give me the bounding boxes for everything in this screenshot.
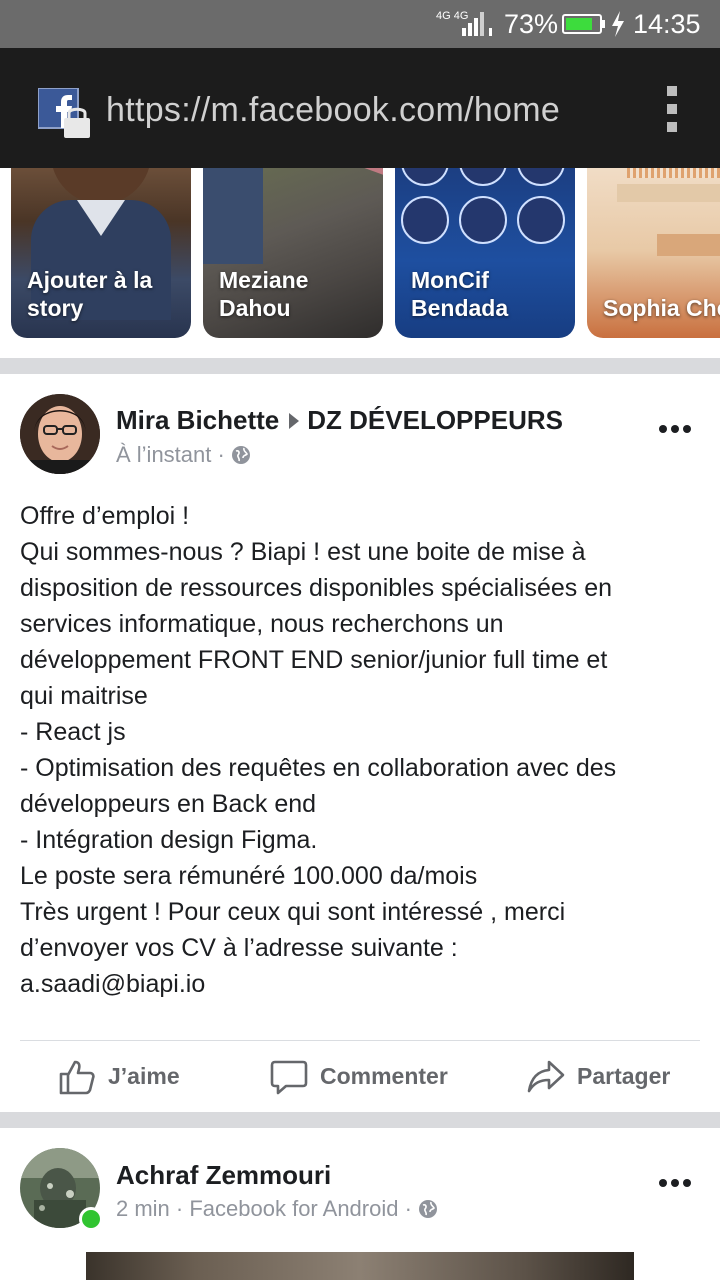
avatar-photo: [20, 394, 100, 474]
post-author-name[interactable]: Mira Bichette: [116, 405, 279, 435]
post-text-line: - Intégration design Figma.: [20, 826, 318, 854]
story-card-add[interactable]: Ajouter à la story: [11, 168, 191, 338]
comment-button[interactable]: Commenter: [270, 1056, 470, 1096]
charging-icon: [612, 11, 624, 37]
story-circle: [517, 168, 565, 186]
post-author-line: Achraf Zemmouri: [116, 1160, 331, 1191]
post-timestamp[interactable]: 2 min · Facebook for Android ·: [116, 1196, 412, 1221]
story-card[interactable]: MonCif Bendada: [395, 168, 575, 338]
post-body: Offre d’emploi ! Qui sommes-nous ? Biapi…: [20, 498, 710, 1002]
post-group-name[interactable]: DZ DÉVELOPPEURS: [307, 405, 563, 435]
stories-tray: Ajouter à la story Meziane Dahou MonCif …: [0, 168, 720, 358]
comment-label: Commenter: [320, 1063, 448, 1089]
story-card[interactable]: Meziane Dahou: [203, 168, 383, 338]
post-text-line: services informatique, nous recherchons …: [20, 610, 504, 638]
battery-percent: 73%: [504, 9, 559, 39]
more-horizontal-icon[interactable]: [658, 424, 692, 434]
post-text-line: d’envoyer vos CV à l’adresse suivante :: [20, 934, 458, 962]
browser-url-bar: https://m.facebook.com/home: [0, 48, 720, 168]
pattern-shape: [627, 168, 720, 178]
url-text[interactable]: https://m.facebook.com/home: [106, 90, 560, 130]
post-email-link[interactable]: a.saadi@biapi.io: [20, 966, 710, 1002]
share-icon: [527, 1060, 565, 1093]
track-shape: [294, 168, 383, 177]
caret-right-icon: [289, 413, 300, 430]
share-button[interactable]: Partager: [527, 1056, 697, 1096]
story-circle: [401, 168, 449, 186]
banner-shape: [617, 184, 720, 202]
story-card[interactable]: Sophia Chen: [587, 168, 720, 338]
post-text-line: - Optimisation des requêtes en collabora…: [20, 754, 617, 782]
author-avatar[interactable]: [20, 394, 100, 474]
facebook-lock-icon[interactable]: [38, 88, 94, 140]
post-text-line: Offre d’emploi !: [20, 502, 190, 530]
story-label: Sophia Chen: [603, 295, 720, 321]
post-author-name[interactable]: Achraf Zemmouri: [116, 1160, 331, 1190]
thumbs-up-icon: [59, 1060, 95, 1095]
post-text-line: disposition de ressources disponibles sp…: [20, 574, 613, 602]
more-vertical-icon[interactable]: [664, 86, 680, 132]
story-label: Meziane Dahou: [219, 267, 309, 321]
post-text-line: développement FRONT END senior/junior fu…: [20, 646, 608, 674]
post-text-line: Qui sommes-nous ? Biapi ! est une boite …: [20, 538, 586, 566]
like-button[interactable]: J’aime: [58, 1056, 218, 1096]
section-divider: [0, 1112, 720, 1128]
story-circle: [459, 196, 507, 244]
like-label: J’aime: [108, 1063, 180, 1089]
clock: 14:35: [633, 9, 701, 39]
post-timestamp[interactable]: À l’instant ·: [116, 442, 225, 467]
globe-icon: [231, 446, 250, 464]
post-text-line: développeurs en Back end: [20, 790, 317, 818]
signal-icon: [462, 12, 492, 36]
post-photo[interactable]: [86, 1252, 634, 1280]
post-text-line: qui maitrise: [20, 682, 148, 710]
status-bar: 4G 4G 73% 14:35: [0, 0, 720, 48]
battery-icon: [562, 14, 605, 34]
post-meta: À l’instant ·: [116, 442, 251, 468]
story-circle: [459, 168, 507, 186]
story-label: MonCif Bendada: [411, 267, 509, 321]
figure-shape: [203, 168, 263, 264]
section-divider: [0, 358, 720, 374]
share-label: Partager: [577, 1063, 671, 1089]
story-circle: [517, 196, 565, 244]
post-text-line: Le poste sera rémunéré 100.000 da/mois: [20, 862, 478, 890]
face-shape: [51, 168, 151, 204]
story-label: Ajouter à la story: [27, 267, 153, 321]
comment-icon: [270, 1060, 308, 1095]
post-text-line: - React js: [20, 718, 126, 746]
post-author-line: Mira Bichette DZ DÉVELOPPEURS: [116, 405, 563, 436]
banner-shape: [657, 234, 720, 256]
online-status-indicator: [79, 1207, 103, 1231]
post-meta: 2 min · Facebook for Android ·: [116, 1196, 438, 1222]
story-circle: [401, 196, 449, 244]
globe-icon: [418, 1200, 437, 1218]
post-text-line: Très urgent ! Pour ceux qui sont intéres…: [20, 898, 566, 926]
actions-divider: [20, 1040, 700, 1041]
more-horizontal-icon[interactable]: [658, 1178, 692, 1188]
